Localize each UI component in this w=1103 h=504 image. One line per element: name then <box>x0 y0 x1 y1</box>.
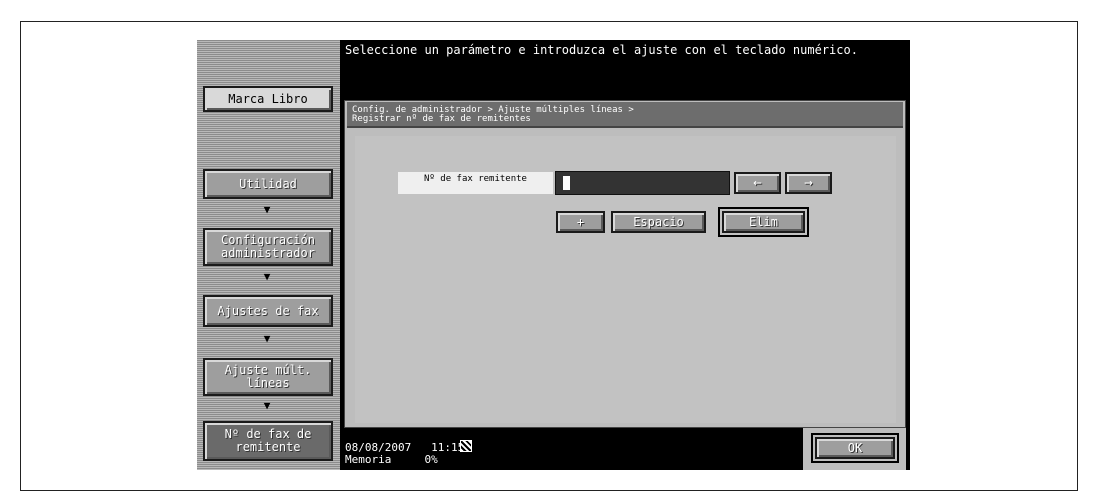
fax-number-input[interactable] <box>555 171 730 195</box>
memory-label: Memoria <box>345 453 392 466</box>
plus-button[interactable]: + <box>556 211 605 233</box>
sidebar-step-utility[interactable]: Utilidad <box>203 169 333 199</box>
sidebar: Marca Libro Utilidad ▼ Configuración adm… <box>197 40 340 470</box>
text-cursor <box>563 176 570 190</box>
ok-button[interactable]: OK <box>811 433 899 463</box>
space-button[interactable]: Espacio <box>611 211 706 233</box>
breadcrumb: Config. de administrador > Ajuste múltip… <box>347 102 903 128</box>
sidebar-step-sender-fax[interactable]: Nº de fax de remitente <box>203 421 333 461</box>
instruction-message: Seleccione un parámetro e introduzca el … <box>345 43 858 57</box>
fax-status-icon <box>460 440 472 452</box>
sidebar-step-multiline[interactable]: Ajuste múlt. líneas <box>203 358 333 396</box>
cursor-left-button[interactable]: ← <box>734 172 781 194</box>
sidebar-step-fax-settings[interactable]: Ajustes de fax <box>203 295 333 327</box>
cursor-right-button[interactable]: → <box>785 172 832 194</box>
arrow-down-icon: ▼ <box>263 270 271 283</box>
memory-value: 0% <box>424 453 438 466</box>
breadcrumb-line-2: Registrar nº de fax de remitentes <box>352 114 531 124</box>
arrow-down-icon: ▼ <box>263 332 271 345</box>
arrow-down-icon: ▼ <box>263 203 271 216</box>
arrow-down-icon: ▼ <box>263 399 271 412</box>
bookmark-button[interactable]: Marca Libro <box>203 86 333 112</box>
memory-display: Memoria 0% <box>345 454 438 466</box>
fax-number-label: Nº de fax remitente <box>398 172 553 194</box>
sidebar-step-admin[interactable]: Configuración administrador <box>203 228 333 266</box>
delete-button[interactable]: Elim <box>718 207 809 237</box>
